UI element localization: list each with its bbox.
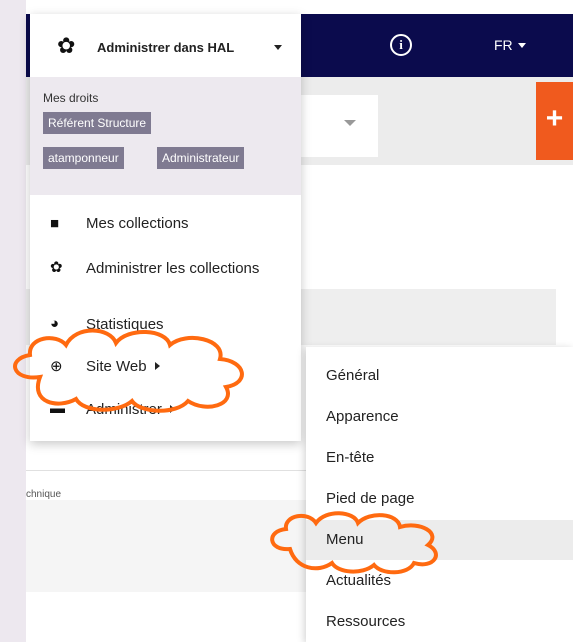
role-badge: Référent Structure [43,112,152,134]
chevron-down-icon [274,45,282,50]
submenu-item-label: Ressources [326,613,406,630]
language-label: FR [494,37,513,53]
submenu-item-general[interactable]: Général [306,356,573,396]
rights-label: Mes droits [43,91,99,105]
add-button[interactable]: + [536,82,573,160]
submenu-item-label: Apparence [326,408,399,425]
background-fragment-text: chnique [26,489,62,500]
role-badge: atamponneur [43,147,124,169]
folder-icon: ■ [50,215,60,232]
admin-title: Administrer dans HAL [97,40,235,55]
gear-icon: ✿ [50,259,63,276]
highlight-cloud-menu [270,511,438,575]
submenu-item-label: En-tête [326,449,375,466]
gear-icon: ✿ [57,33,76,58]
chevron-down-icon [517,43,526,48]
submenu-item-en-tete[interactable]: En-tête [306,438,573,478]
menu-item-mes-collections[interactable]: ■ Mes collections [30,210,301,246]
submenu-item-label: Général [326,367,380,384]
role-badge: Administrateur [157,147,245,169]
menu-item-label: Mes collections [86,215,189,232]
site-web-submenu: Général Apparence En-tête Pied de page M… [306,347,573,642]
menu-item-label: Administrer les collections [86,260,260,277]
info-icon[interactable]: i [390,34,412,56]
submenu-item-apparence[interactable]: Apparence [306,397,573,437]
divider [26,470,316,471]
select-dropdown[interactable] [300,95,378,157]
select-chevron-icon [344,120,356,126]
language-selector[interactable]: FR [494,37,526,53]
highlight-cloud-site-web [13,328,244,413]
admin-dropdown-toggle[interactable]: ✿ Administrer dans HAL [30,14,301,77]
menu-item-administrer-collections[interactable]: ✿ Administrer les collections [30,252,301,298]
submenu-item-ressources[interactable]: Ressources [306,602,573,642]
